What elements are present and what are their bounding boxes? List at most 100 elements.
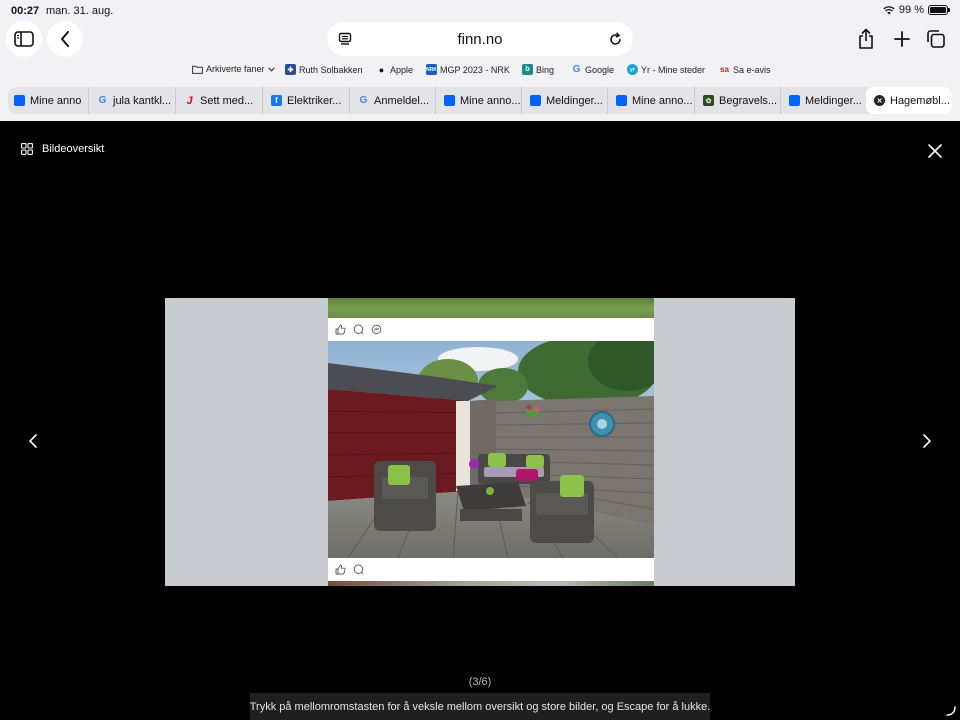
patio-furniture-photo (328, 341, 654, 558)
new-tab-button[interactable] (887, 24, 917, 54)
tab-label: Anmeldel... (374, 94, 430, 107)
favorite-sa-e-avis[interactable]: sa Sa e-avis (719, 64, 771, 75)
bing-icon: b (522, 64, 533, 75)
favorite-label: Sa e-avis (733, 64, 771, 75)
grid-icon (21, 143, 33, 155)
apple-icon: ● (378, 64, 385, 75)
image-counter: (3/6) (468, 676, 492, 688)
yr-icon: yr (627, 64, 638, 75)
status-indicators: 99 % (883, 4, 950, 16)
next-image-icon[interactable] (920, 433, 934, 449)
close-icon[interactable] (927, 143, 943, 159)
favorite-nrk[interactable]: NRK MGP 2023 - NRK (426, 64, 510, 75)
resize-handle-icon[interactable] (946, 706, 956, 716)
reload-icon (609, 31, 621, 45)
status-bar: 00:27 man. 31. aug. 99 % (0, 0, 960, 22)
favorite-label: Bing (536, 64, 555, 75)
previous-image-icon[interactable] (26, 433, 40, 449)
favorite-apple[interactable]: ● Apple (376, 64, 413, 75)
favorite-ruth-solbakken[interactable]: ✚ Ruth Solbakken (285, 64, 363, 75)
tab-label: Meldinger... (805, 94, 862, 107)
finn-icon (616, 95, 627, 106)
sidebar-icon (14, 31, 34, 47)
sidebar-toggle-button[interactable] (6, 21, 42, 57)
tab-hagemobler-active[interactable]: ✕ Hagemøbl... (866, 87, 952, 114)
google-icon: G (98, 95, 107, 106)
screenshot-post (328, 298, 654, 586)
tab-mine-annonser-2[interactable]: Mine anno... (435, 87, 521, 114)
status-date: man. 31. aug. (46, 5, 114, 17)
share-button[interactable] (851, 24, 881, 54)
tab-label: Mine anno... (460, 94, 521, 107)
tab-overview-button[interactable] (921, 24, 951, 54)
like-icon (335, 564, 346, 574)
image-lightbox: Bildeoversikt (3/6) Trykk på mellomromst… (0, 121, 960, 720)
comment-icon (353, 563, 364, 574)
share-icon (859, 28, 873, 49)
favorites-bar: Arkiverte faner ✚ Ruth Solbakken ● Apple… (0, 64, 960, 80)
reaction-row (328, 558, 654, 580)
status-time: 00:27 (11, 5, 40, 17)
tab-label: Meldinger... (546, 94, 603, 107)
battery-level (930, 7, 946, 13)
tab-label: Begravels... (719, 94, 778, 107)
next-photo-strip (328, 581, 654, 586)
tab-meldinger-2[interactable]: Meldinger... (780, 87, 866, 114)
tab-label: Mine anno (30, 94, 82, 107)
finn-icon (789, 95, 800, 106)
wifi-icon (883, 6, 895, 15)
nrk-icon: NRK (426, 64, 437, 75)
favorite-label: Arkiverte faner (206, 64, 265, 74)
chevron-left-icon (61, 31, 69, 47)
tab-mine-annonser-3[interactable]: Mine anno... (607, 87, 694, 114)
google-icon: G (572, 64, 581, 75)
finn-icon (14, 95, 25, 106)
finn-icon (530, 95, 541, 106)
battery-icon (928, 5, 950, 15)
browser-chrome: 00:27 man. 31. aug. 99 % finn.no Arkiver… (0, 0, 960, 121)
image-stage (165, 298, 795, 586)
chevron-down-icon (267, 66, 275, 72)
tab-begravelse[interactable]: ✿ Begravels... (694, 87, 780, 114)
reload-button[interactable] (605, 29, 625, 49)
sa-icon: sa (720, 65, 729, 74)
folder-icon (192, 65, 203, 74)
tab-mine-annonser-1[interactable]: Mine anno (8, 87, 88, 114)
favorite-bing[interactable]: b Bing (522, 64, 554, 75)
joker-icon: J (186, 94, 193, 107)
favorite-label: Ruth Solbakken (299, 64, 363, 75)
tab-strip: Mine anno G jula kantkl... J Sett med...… (8, 87, 952, 114)
tab-label: Sett med... (200, 94, 254, 107)
previous-photo-strip (328, 298, 654, 318)
tab-label: Mine anno... (632, 94, 693, 107)
plus-icon (894, 31, 910, 47)
tab-anmeldelser[interactable]: G Anmeldel... (349, 87, 435, 114)
address-bar[interactable]: finn.no (327, 22, 633, 56)
tabs-icon (927, 30, 945, 48)
favorite-label: MGP 2023 - NRK (440, 64, 510, 75)
back-button[interactable] (47, 21, 83, 57)
like-icon (335, 324, 346, 334)
ruth-solbakken-icon: ✚ (285, 64, 296, 75)
messenger-icon (371, 324, 382, 334)
tab-sett-med[interactable]: J Sett med... (175, 87, 262, 114)
address-text: finn.no (457, 31, 503, 48)
tab-label: Hagemøbl... (890, 94, 950, 107)
tab-elektriker[interactable]: f Elektriker... (262, 87, 349, 114)
google-icon: G (359, 95, 368, 106)
tab-meldinger-1[interactable]: Meldinger... (521, 87, 607, 114)
close-tab-icon[interactable]: ✕ (874, 95, 885, 106)
image-overview-button[interactable]: Bildeoversikt (21, 143, 104, 155)
favorite-label: Apple (390, 64, 414, 75)
favorite-google[interactable]: G Google (571, 64, 614, 75)
favorite-label: Google (585, 64, 615, 75)
finn-icon (444, 95, 455, 106)
favorite-yr[interactable]: yr Yr - Mine steder (627, 64, 705, 75)
image-overview-label: Bildeoversikt (42, 143, 105, 155)
tab-jula-kantklipper[interactable]: G jula kantkl... (88, 87, 175, 114)
begravelse-icon: ✿ (703, 95, 714, 106)
facebook-icon: f (271, 95, 282, 106)
tab-label: jula kantkl... (113, 94, 172, 107)
favorite-archived-tabs[interactable]: Arkiverte faner (192, 64, 275, 74)
keyboard-hint: Trykk på mellomromstasten for å veksle m… (250, 693, 710, 720)
